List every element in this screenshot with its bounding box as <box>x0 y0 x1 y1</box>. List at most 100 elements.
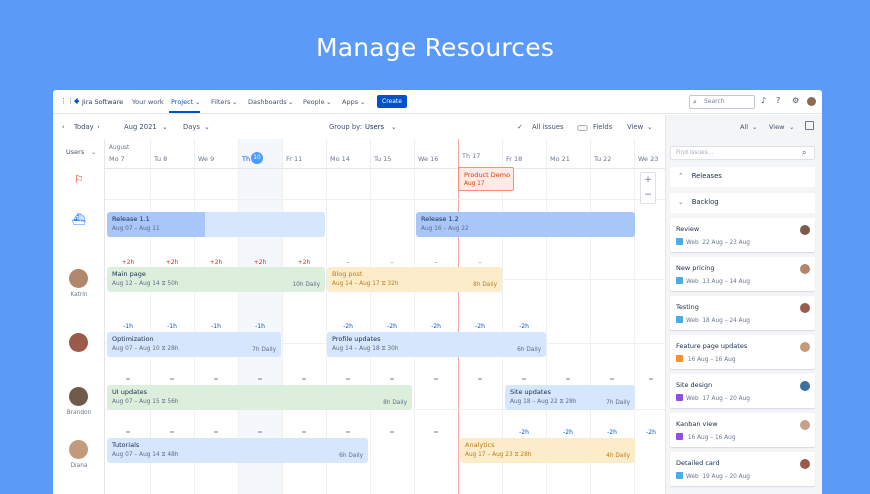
view-select[interactable]: View <box>627 123 643 131</box>
task-bar[interactable]: Tutorials Aug 07 – Aug 14 ⧖ 48h 6h Daily <box>107 438 368 463</box>
backlog-card[interactable]: Feature page updates 16 Aug – 16 Aug <box>670 335 815 369</box>
backlog-section[interactable]: ⌄ Backlog <box>670 193 815 213</box>
card-title: Kanban view <box>676 420 718 428</box>
fields-button[interactable]: Fields <box>593 123 612 131</box>
chevron-down-icon[interactable]: ⌄ <box>391 123 397 131</box>
chevron-down-icon[interactable]: ⌄ <box>288 98 293 106</box>
zoom-in-button[interactable]: + <box>641 173 655 188</box>
app-switcher-icon[interactable]: ⋮⋮⋮ <box>60 97 81 105</box>
backlog-card[interactable]: Testing Web 18 Aug – 24 Aug <box>670 296 815 330</box>
nav-project[interactable]: Project <box>171 98 193 106</box>
task-bar[interactable]: Analytics Aug 17 – Aug 23 ⧖ 28h 4h Daily <box>460 438 635 463</box>
scale-select[interactable]: Days <box>183 123 200 131</box>
backlog-card[interactable]: Review Web 22 Aug – 23 Aug <box>670 218 815 252</box>
today-button[interactable]: Today <box>74 123 94 131</box>
avatar <box>800 264 810 274</box>
day-header: Fr 11 <box>286 155 303 163</box>
chevron-down-icon[interactable]: ⌄ <box>195 98 200 106</box>
product-logo[interactable]: Jira Software <box>82 98 123 106</box>
backlog-card[interactable]: Site design Web 17 Aug – 20 Aug <box>670 374 815 408</box>
help-icon[interactable]: ? <box>776 97 784 105</box>
avatar <box>69 333 88 352</box>
settings-icon[interactable]: ⚙ <box>792 97 800 105</box>
task-bar[interactable]: Optimization Aug 07 – Aug 10 ⧖ 28h 7h Da… <box>107 332 281 357</box>
avatar <box>800 342 810 352</box>
search-icon: ⌕ <box>693 98 697 106</box>
card-title: Site design <box>676 381 713 389</box>
group-by-select[interactable]: Users <box>365 123 384 131</box>
backlog-card[interactable]: New pricing Web 13 Aug – 14 Aug <box>670 257 815 291</box>
day-header: We 23 <box>638 155 659 163</box>
notifications-icon[interactable]: ♪ <box>761 97 769 105</box>
task-title: Blog post <box>332 270 363 278</box>
collapse-panel-icon[interactable] <box>805 121 814 130</box>
card-dates: 16 Aug – 16 Aug <box>687 357 736 363</box>
user-name: Brandon <box>66 410 92 416</box>
task-bar[interactable]: Main page Aug 12 – Aug 14 ⧖ 50h 10h Dail… <box>107 267 325 292</box>
fields-toggle-icon[interactable] <box>577 125 588 131</box>
nav-people[interactable]: People <box>303 98 325 106</box>
avatar <box>800 420 810 430</box>
avatar <box>800 303 810 313</box>
capacity-indicator: +2h <box>121 259 135 266</box>
capacity-indicator: -2h <box>519 429 529 436</box>
task-meta: Aug 07 – Aug 14 ⧖ 48h <box>112 452 179 458</box>
capacity-indicator: – <box>434 259 438 266</box>
day-header: We 9 <box>198 155 215 163</box>
chevron-down-icon[interactable]: ⌄ <box>162 123 168 131</box>
capacity-indicator: = <box>301 376 307 383</box>
month-select[interactable]: Aug 2021 <box>124 123 157 131</box>
chevron-down-icon[interactable]: ⌄ <box>91 148 96 156</box>
card-title: Testing <box>676 303 699 311</box>
chevron-down-icon[interactable]: ⌄ <box>789 123 794 131</box>
backlog-card[interactable]: Kanban view 16 Aug – 16 Aug <box>670 413 815 447</box>
capacity-indicator: = <box>125 429 131 436</box>
milestone-bar[interactable]: Product Demo Aug 17 <box>458 167 514 191</box>
issues-search-input[interactable]: Find issues... <box>670 146 815 160</box>
zoom-out-button[interactable]: − <box>641 188 655 203</box>
card-title: New pricing <box>676 264 715 272</box>
chevron-down-icon[interactable]: ⌄ <box>360 98 365 106</box>
capacity-indicator: -2h <box>607 429 617 436</box>
release-bar[interactable]: Release 1.2 Aug 16 – Aug 22 <box>416 212 635 237</box>
check-icon <box>676 277 683 284</box>
backlog-card[interactable]: Detailed card Web 19 Aug – 20 Aug <box>670 452 815 486</box>
users-header[interactable]: Users <box>66 148 84 156</box>
releases-section[interactable]: ⌃ Releases <box>670 167 815 187</box>
capacity-indicator: +2h <box>297 259 311 266</box>
chevron-down-icon[interactable]: ⌄ <box>647 123 653 131</box>
chevron-down-icon[interactable]: ⌄ <box>232 98 237 106</box>
task-bar[interactable]: Site updates Aug 18 – Aug 22 ⧖ 28h 7h Da… <box>505 385 635 410</box>
hero-title: Manage Resources <box>315 33 555 62</box>
card-dates: 17 Aug – 20 Aug <box>702 396 750 402</box>
releases-label: Releases <box>691 172 722 180</box>
nav-dashboards[interactable]: Dashboards <box>248 98 287 106</box>
all-issues-toggle[interactable]: All issues <box>532 123 564 131</box>
chevron-right-icon[interactable]: › <box>97 123 100 131</box>
task-title: Profile updates <box>332 335 381 343</box>
create-button[interactable]: Create <box>377 95 407 108</box>
sidebar-view-select[interactable]: View <box>769 123 784 131</box>
capacity-indicator: +2h <box>165 259 179 266</box>
task-bar[interactable]: UI updates Aug 07 – Aug 15 ⧖ 56h 8h Dail… <box>107 385 412 410</box>
chevron-down-icon[interactable]: ⌄ <box>326 98 331 106</box>
task-daily: 6h Daily <box>517 347 541 353</box>
release-bar[interactable]: Release 1.1 Aug 07 – Aug 11 <box>107 212 325 237</box>
capacity-indicator: – <box>478 259 482 266</box>
chevron-down-icon[interactable]: ⌄ <box>752 123 757 131</box>
task-bar[interactable]: Profile updates Aug 14 – Aug 18 ⧖ 30h 6h… <box>327 332 546 357</box>
day-header: Fr 18 <box>506 155 523 163</box>
nav-your-work[interactable]: Your work <box>132 98 164 106</box>
chevron-left-icon[interactable]: ‹ <box>62 123 65 131</box>
filter-all-select[interactable]: All <box>740 123 748 131</box>
avatar <box>800 381 810 391</box>
nav-apps[interactable]: Apps <box>342 98 358 106</box>
check-icon <box>676 238 683 245</box>
timeline-grid: Users ⌄ August Mo 7 Tu 8 We 9 Th 10 Fr 1… <box>53 139 665 494</box>
release-title: Release 1.2 <box>421 215 459 223</box>
chevron-down-icon[interactable]: ⌄ <box>204 123 210 131</box>
task-daily: 4h Daily <box>606 453 630 459</box>
user-avatar[interactable] <box>807 97 816 106</box>
nav-filters[interactable]: Filters <box>211 98 230 106</box>
task-bar[interactable]: Blog post Aug 14 – Aug 17 ⧖ 32h 8h Daily <box>327 267 502 292</box>
